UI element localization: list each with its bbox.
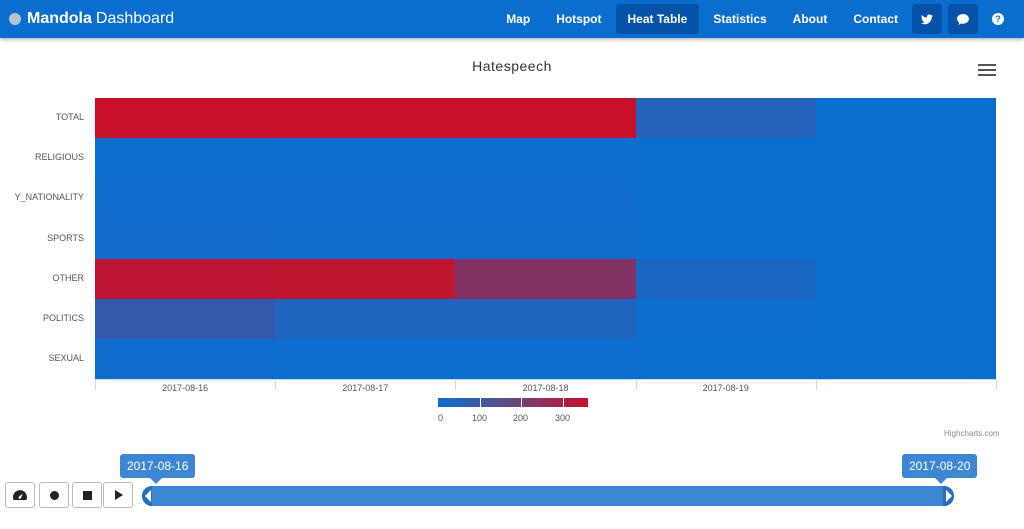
heatmap-cell[interactable] — [95, 138, 276, 179]
x-axis-tick — [455, 380, 457, 390]
x-axis-tick — [635, 380, 637, 390]
heatmap-cell[interactable] — [275, 338, 456, 380]
brand-logo-icon — [9, 13, 21, 25]
x-axis-line — [95, 379, 996, 380]
heatmap-cell[interactable] — [275, 178, 456, 219]
x-axis-label: 2017-08-18 — [522, 383, 569, 393]
y-axis-label: SPORTS — [47, 232, 84, 243]
brand[interactable]: Mandola Dashboard — [9, 0, 174, 38]
legend-label: 200 — [513, 413, 529, 423]
y-axis-label: SEXUAL — [48, 352, 84, 363]
legend-tick — [480, 398, 481, 407]
help-icon: ? — [992, 13, 1004, 25]
heatmap-cell[interactable] — [95, 298, 276, 340]
speed-icon — [13, 490, 27, 501]
heatmap-cell[interactable] — [455, 98, 637, 139]
y-axis-label: OTHER — [52, 272, 85, 283]
heatmap-cell[interactable] — [95, 98, 276, 139]
navbar: Mandola Dashboard Map Hotspot Heat Table… — [0, 0, 1024, 38]
heatmap-cell[interactable] — [455, 178, 637, 219]
heatmap-cell[interactable] — [455, 298, 637, 340]
heatmap-cell[interactable] — [815, 258, 997, 300]
nav-menu: Map Hotspot Heat Table Statistics About … — [494, 0, 1024, 38]
heatmap-cell[interactable] — [635, 298, 817, 340]
heatmap-cell[interactable] — [635, 178, 817, 219]
x-axis-tick — [275, 380, 277, 390]
x-axis-label: 2017-08-17 — [342, 383, 389, 393]
heatmap-plot — [95, 98, 997, 380]
heatmap-cell[interactable] — [275, 98, 456, 139]
record-icon — [49, 490, 59, 500]
timeline-slider[interactable] — [142, 486, 954, 506]
heatmap-cell[interactable] — [635, 98, 817, 139]
record-button[interactable] — [39, 482, 69, 508]
twitter-icon — [921, 14, 933, 24]
end-date-label: 2017-08-20 — [902, 454, 978, 484]
heatmap-cell[interactable] — [455, 138, 637, 179]
y-axis-labels: TOTAL RELIGIOUS Y_NATIONALITY SPORTS OTHER PO… — [0, 98, 88, 380]
start-date-label: 2017-08-16 — [120, 454, 196, 484]
speed-button[interactable] — [5, 482, 35, 508]
x-axis-tick — [815, 380, 817, 390]
brand-name: Mandola — [27, 10, 92, 27]
heatmap-cell[interactable] — [95, 338, 276, 380]
menu-icon — [978, 64, 996, 66]
right-handle-icon — [946, 490, 952, 502]
x-axis-tick — [95, 380, 96, 390]
heatmap-cell[interactable] — [275, 138, 456, 179]
stop-icon — [82, 490, 92, 500]
heatmap-cell[interactable] — [455, 218, 637, 260]
heatmap-cell[interactable] — [815, 138, 997, 179]
heatmap-cell[interactable] — [95, 218, 276, 260]
play-icon — [115, 490, 123, 500]
chat-button[interactable] — [948, 4, 978, 34]
heatmap-cell[interactable] — [455, 338, 637, 380]
left-handle-icon — [145, 490, 151, 502]
legend-label: 300 — [555, 413, 571, 423]
y-axis-label: Y_NATIONALITY — [14, 192, 84, 203]
brand-subtitle: Dashboard — [95, 10, 175, 27]
heatmap-cell[interactable] — [275, 298, 456, 340]
heatmap-cell[interactable] — [635, 138, 817, 179]
nav-map[interactable]: Map — [494, 4, 542, 34]
legend-label: 100 — [472, 413, 488, 423]
nav-statistics[interactable]: Statistics — [701, 4, 778, 34]
heatmap-cell[interactable] — [815, 178, 997, 219]
twitter-button[interactable] — [912, 4, 942, 34]
heatmap-cell[interactable] — [275, 258, 456, 300]
x-axis-label: 2017-08-19 — [702, 383, 749, 393]
nav-about[interactable]: About — [781, 4, 840, 34]
y-axis-label: TOTAL — [55, 112, 84, 123]
legend-tick — [563, 398, 564, 407]
heatmap-cell[interactable] — [815, 218, 997, 260]
heatmap-cell[interactable] — [635, 218, 817, 260]
stop-button[interactable] — [72, 482, 102, 508]
heatmap-cell[interactable] — [815, 298, 997, 340]
legend-tick — [521, 398, 522, 407]
heatmap-cell[interactable] — [95, 178, 276, 219]
nav-hotspot[interactable]: Hotspot — [544, 4, 613, 34]
help-button[interactable]: ? — [984, 4, 1012, 34]
heatmap-cell[interactable] — [635, 258, 817, 300]
nav-heat-table[interactable]: Heat Table — [615, 4, 700, 34]
heatmap-cell[interactable] — [275, 218, 456, 260]
heatmap-cell[interactable] — [455, 258, 637, 300]
nav-contact[interactable]: Contact — [841, 4, 910, 34]
heatmap-cell[interactable] — [635, 338, 817, 380]
heatmap-cell[interactable] — [815, 338, 997, 380]
heatmap-cell[interactable] — [95, 258, 276, 300]
chat-icon — [957, 13, 969, 25]
color-legend — [438, 398, 588, 407]
chart-title: Hatespeech — [472, 58, 552, 74]
legend-label: 0 — [438, 413, 444, 423]
play-button[interactable] — [103, 482, 133, 508]
chart-menu-button[interactable] — [978, 62, 996, 78]
y-axis-label: POLITICS — [42, 312, 84, 323]
heatmap-cell[interactable] — [815, 98, 997, 139]
y-axis-label: RELIGIOUS — [34, 152, 84, 163]
chart-credits[interactable]: Highcharts.com — [944, 429, 1000, 438]
x-axis-label: 2017-08-16 — [162, 383, 209, 393]
x-axis-tick — [996, 380, 997, 390]
